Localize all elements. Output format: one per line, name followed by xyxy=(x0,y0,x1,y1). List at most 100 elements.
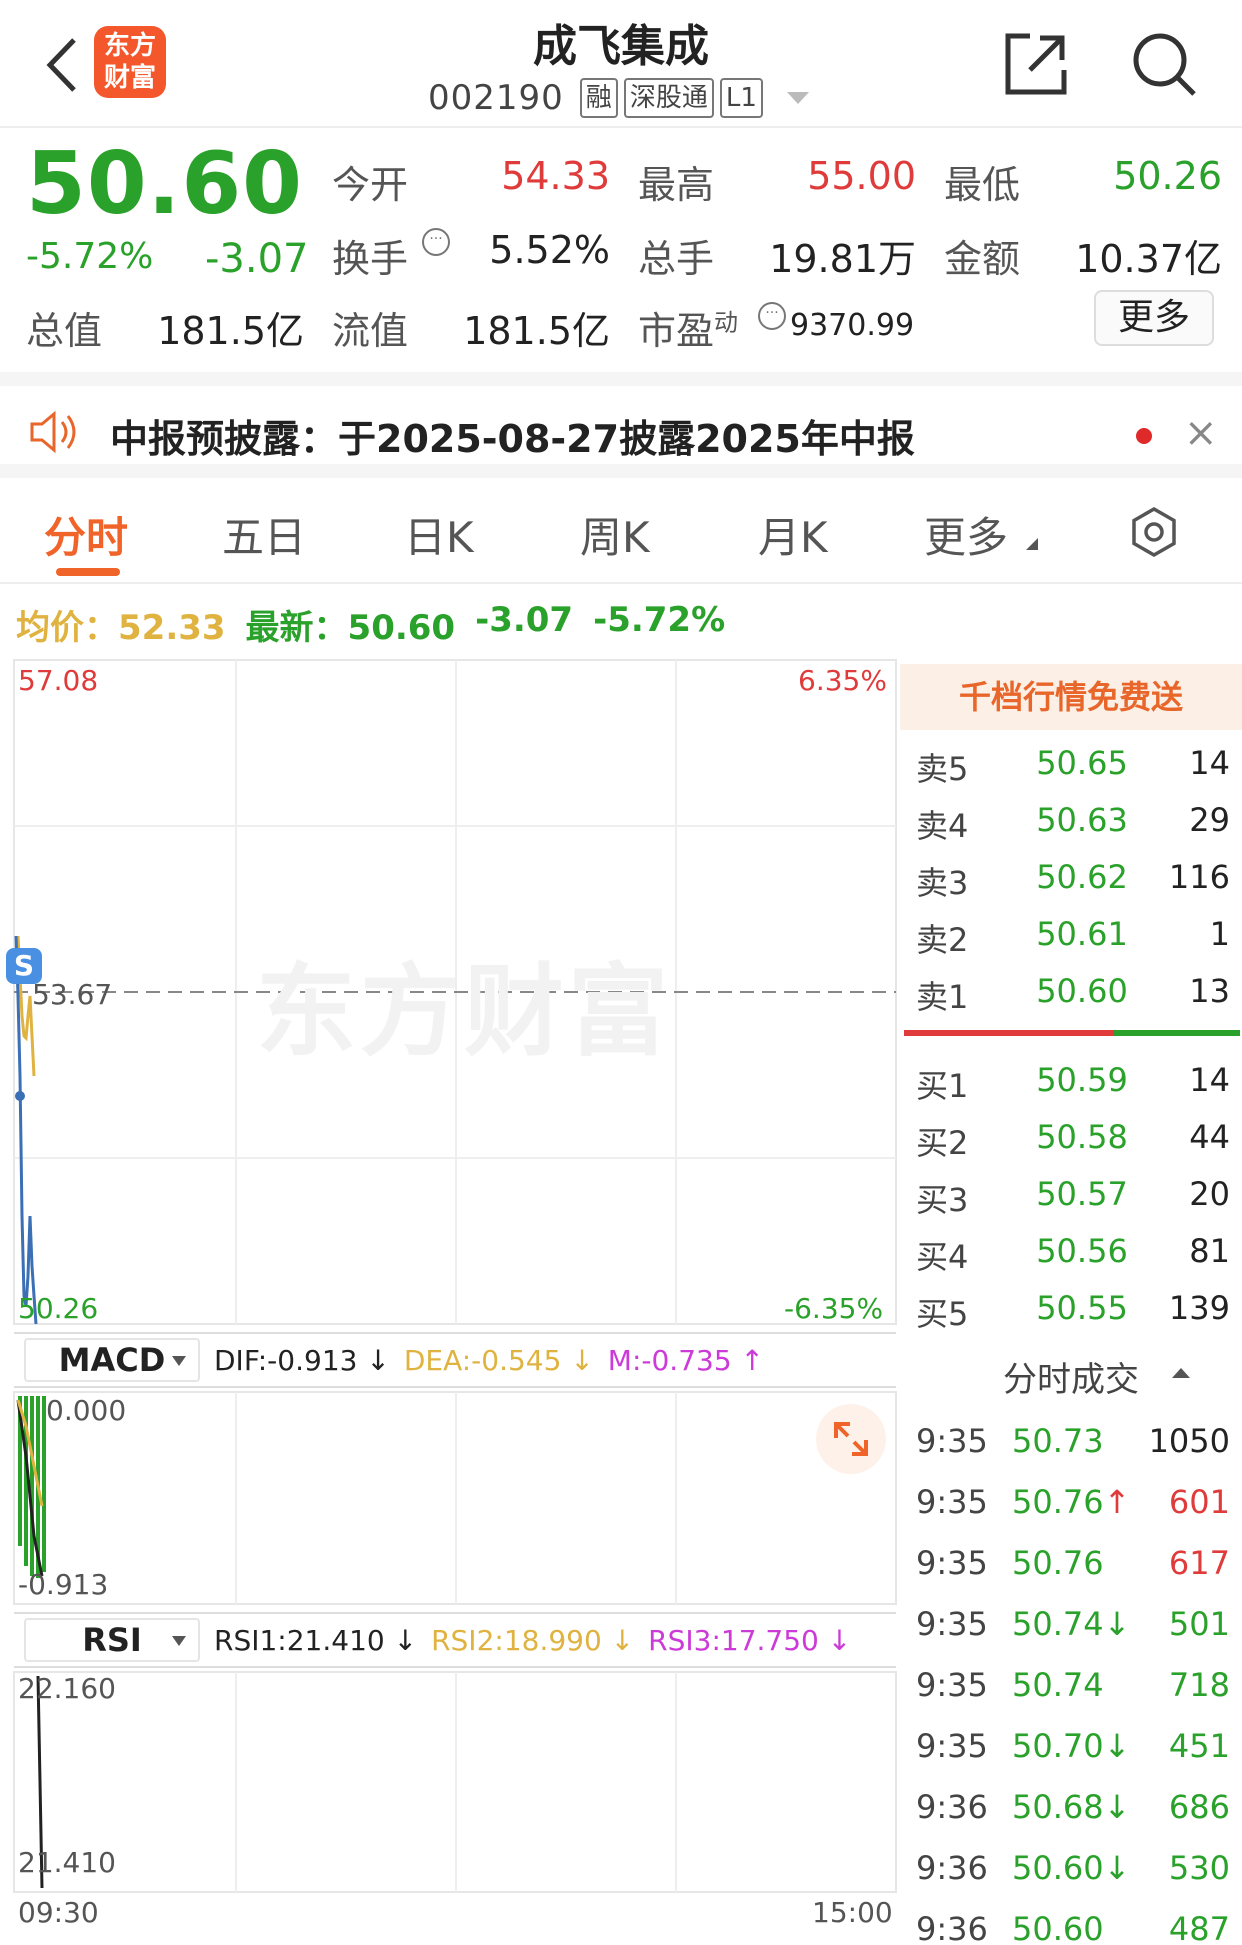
info-icon[interactable]: ··· xyxy=(422,228,450,256)
stock-code: 002190 xyxy=(428,78,564,118)
notice-bar[interactable]: 中报预披露：于2025-08-27披露2025年中报 × xyxy=(0,372,1242,478)
tab-intraday[interactable]: 分时 xyxy=(44,504,128,565)
trade-time: 9:36 xyxy=(916,1788,988,1826)
info-icon[interactable]: ··· xyxy=(758,302,786,330)
bid-volume: 81 xyxy=(1189,1232,1230,1270)
ask-volume: 14 xyxy=(1189,744,1230,782)
bid-price: 50.57 xyxy=(1036,1175,1128,1213)
macd-axis-top: 0.000 xyxy=(46,1394,127,1427)
bid-ask-ratio-bar xyxy=(904,1030,1240,1036)
tab-monthly-k[interactable]: 月K xyxy=(758,504,828,565)
turnover-value: 5.52% xyxy=(489,228,610,272)
macd-indicator-select[interactable]: MACD xyxy=(24,1338,200,1382)
stock-code-row[interactable]: 002190 融 深股通 L1 xyxy=(428,76,809,120)
bid-volume: 44 xyxy=(1189,1118,1230,1156)
close-icon[interactable]: × xyxy=(1184,410,1218,456)
ask-volume: 116 xyxy=(1168,858,1230,896)
ask-price: 50.63 xyxy=(1036,801,1128,839)
low-value: 50.26 xyxy=(1113,154,1222,198)
share-icon[interactable] xyxy=(1000,28,1072,100)
bid-price: 50.58 xyxy=(1036,1118,1128,1156)
more-quote-button[interactable]: 更多 xyxy=(1094,290,1214,346)
bid-level: 买5 xyxy=(916,1295,969,1333)
trade-price: 50.74 xyxy=(1012,1666,1104,1704)
notice-text: 中报预披露：于2025-08-27披露2025年中报 xyxy=(110,417,915,461)
ask-price: 50.65 xyxy=(1036,744,1128,782)
trade-time: 9:35 xyxy=(916,1483,988,1521)
latest-change: -3.07 xyxy=(475,600,574,640)
tab-weekly-k[interactable]: 周K xyxy=(580,504,650,565)
trade-row: 9:35 50.76↑ 601 xyxy=(914,1475,1232,1535)
trade-volume: 501 xyxy=(1168,1605,1230,1643)
level2-promo-banner[interactable]: 千档行情免费送 xyxy=(900,664,1242,730)
intraday-chart[interactable] xyxy=(0,656,900,1941)
bid-row[interactable]: 买2 50.58 44 xyxy=(914,1112,1232,1168)
intraday-summary: 均价：52.33 最新：50.60 -3.07 -5.72% xyxy=(16,600,725,649)
ask-price: 50.61 xyxy=(1036,915,1128,953)
float-cap-label: 流值 xyxy=(332,309,409,353)
trade-volume: 617 xyxy=(1168,1544,1230,1582)
amount-value: 10.37亿 xyxy=(1075,237,1222,281)
tab-more[interactable]: 更多 xyxy=(924,504,1008,565)
price-marker xyxy=(15,1091,25,1101)
bid-price: 50.55 xyxy=(1036,1289,1128,1327)
macd-dea: DEA:-0.545 ↓ xyxy=(403,1343,594,1377)
trade-row: 9:35 50.76 617 xyxy=(914,1536,1232,1596)
ask-level: 卖4 xyxy=(916,807,969,845)
chart-tabs: 分时 五日 日K 周K 月K 更多 xyxy=(0,478,1242,584)
bid-volume: 139 xyxy=(1168,1289,1230,1327)
bid-row[interactable]: 买3 50.57 20 xyxy=(914,1169,1232,1225)
gear-icon[interactable] xyxy=(1128,506,1180,558)
ask-volume: 29 xyxy=(1189,801,1230,839)
rsi-indicator-bar: RSI RSI1:21.410 ↓ RSI2:18.990 ↓ RSI3:17.… xyxy=(14,1612,896,1668)
trade-time: 9:35 xyxy=(916,1422,988,1460)
trade-volume: 451 xyxy=(1168,1727,1230,1765)
ask-volume: 13 xyxy=(1189,972,1230,1010)
trade-volume: 718 xyxy=(1168,1666,1230,1704)
rsi-indicator-select[interactable]: RSI xyxy=(24,1618,200,1662)
bid-volume: 14 xyxy=(1189,1061,1230,1099)
expand-icon[interactable] xyxy=(816,1404,886,1474)
rsi-axis-top: 22.160 xyxy=(18,1672,116,1705)
trades-title[interactable]: 分时成交 xyxy=(900,1352,1242,1401)
ask-row[interactable]: 卖2 50.61 1 xyxy=(914,909,1232,965)
macd-dif: DIF:-0.913 ↓ xyxy=(214,1343,390,1377)
trade-price: 50.70↓ xyxy=(1012,1727,1131,1765)
high-value: 55.00 xyxy=(807,154,916,198)
pct-axis-max: 6.35% xyxy=(798,664,887,697)
bid-level: 买2 xyxy=(916,1124,969,1162)
y-axis-min: 50.26 xyxy=(18,1292,99,1325)
tab-daily-k[interactable]: 日K xyxy=(404,504,474,565)
trade-price: 50.73 xyxy=(1012,1422,1104,1460)
search-icon[interactable] xyxy=(1128,28,1200,100)
chevron-down-icon xyxy=(172,1636,186,1646)
trade-volume: 686 xyxy=(1168,1788,1230,1826)
trade-time: 9:35 xyxy=(916,1605,988,1643)
trade-row: 9:36 50.60↓ 530 xyxy=(914,1841,1232,1901)
ask-row[interactable]: 卖1 50.60 13 xyxy=(914,966,1232,1022)
time-axis-end: 15:00 xyxy=(812,1896,893,1929)
tab-five-day[interactable]: 五日 xyxy=(222,504,306,565)
chevron-up-icon[interactable] xyxy=(1172,1368,1190,1378)
trade-volume: 1050 xyxy=(1148,1422,1230,1460)
bid-row[interactable]: 买1 50.59 14 xyxy=(914,1055,1232,1111)
latest-change-pct: -5.72% xyxy=(593,600,726,640)
ask-price: 50.62 xyxy=(1036,858,1128,896)
bid-row[interactable]: 买5 50.55 139 xyxy=(914,1283,1232,1339)
trade-time: 9:36 xyxy=(916,1910,988,1945)
chevron-down-icon xyxy=(1026,538,1038,550)
change-percent: -5.72% xyxy=(26,236,154,277)
trade-price: 50.60↓ xyxy=(1012,1849,1131,1887)
market-cap-value: 181.5亿 xyxy=(157,309,304,353)
bid-row[interactable]: 买4 50.56 81 xyxy=(914,1226,1232,1282)
pe-type: 动 xyxy=(714,308,739,337)
pct-axis-min: -6.35% xyxy=(784,1292,884,1325)
change-value: -3.07 xyxy=(205,236,309,282)
ask-row[interactable]: 卖3 50.62 116 xyxy=(914,852,1232,908)
ask-row[interactable]: 卖4 50.63 29 xyxy=(914,795,1232,851)
ask-volume: 1 xyxy=(1209,915,1230,953)
trade-price: 50.74↓ xyxy=(1012,1605,1131,1643)
trade-time: 9:35 xyxy=(916,1727,988,1765)
ask-level: 卖2 xyxy=(916,921,969,959)
ask-row[interactable]: 卖5 50.65 14 xyxy=(914,738,1232,794)
